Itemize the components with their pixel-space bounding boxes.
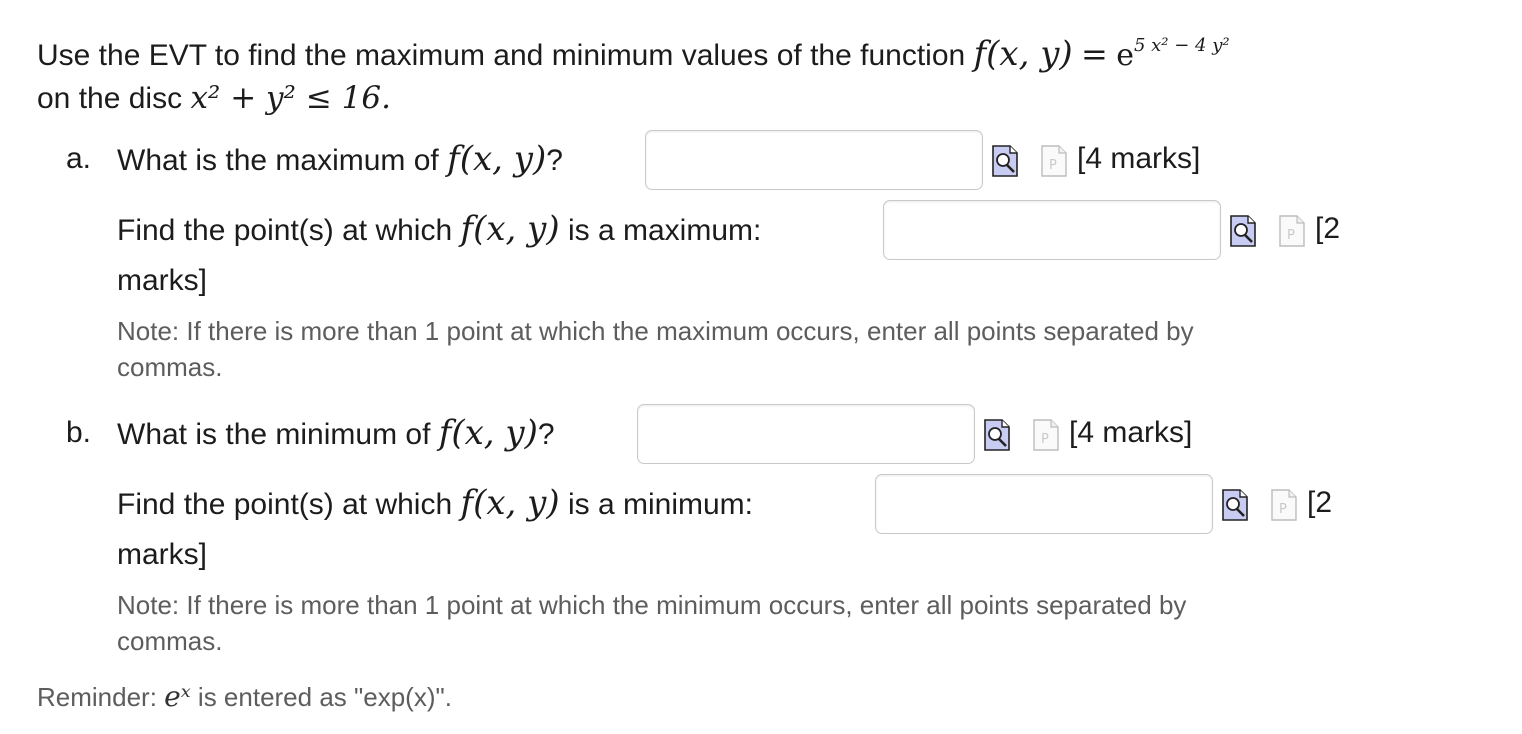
disc-prefix: on the disc — [37, 82, 183, 115]
min-point-suffix: is a minimum: — [567, 488, 753, 521]
reminder-suffix: is entered as "exp(x)". — [197, 682, 452, 712]
svg-text:P: P — [1279, 502, 1287, 517]
part-a-label: a. — [66, 142, 92, 175]
min-point-input[interactable] — [875, 474, 1213, 534]
min-value-input[interactable] — [637, 404, 975, 464]
disc-line: on the disc x² + y² ≤ 16. — [37, 80, 391, 117]
min-question-text: What is the minimum of — [117, 418, 431, 451]
preview-magnifier-icon[interactable] — [1230, 215, 1256, 247]
parse-document-icon[interactable]: P — [1041, 145, 1067, 177]
max-question-func: f(x, y) — [447, 139, 547, 179]
part-a-max-question: What is the maximum of f(x, y)? — [117, 141, 563, 179]
parse-document-icon[interactable]: P — [1279, 215, 1305, 247]
preview-magnifier-icon[interactable] — [992, 145, 1018, 177]
parse-document-icon[interactable]: P — [1271, 489, 1297, 521]
disc-expression: x² + y² ≤ 16. — [190, 80, 391, 116]
intro-text: Use the EVT to find the maximum and mini… — [37, 39, 966, 72]
max-point-suffix: is a maximum: — [567, 214, 762, 247]
part-b-label: b. — [66, 416, 92, 449]
function-lhs: f(x, y) — [973, 34, 1073, 74]
min-marks: [4 marks] — [1069, 416, 1193, 449]
max-note-line1: Note: If there is more than 1 point at w… — [117, 316, 1194, 346]
preview-magnifier-icon[interactable] — [1222, 489, 1248, 521]
min-point-marks-close: marks] — [117, 538, 207, 571]
max-point-marks-close: marks] — [117, 264, 207, 297]
min-note-line2: commas. — [117, 626, 223, 656]
min-point-marks-open: [2 — [1307, 486, 1333, 519]
max-point-input[interactable] — [883, 200, 1221, 260]
svg-text:P: P — [1049, 158, 1057, 173]
min-point-func: f(x, y) — [460, 483, 560, 523]
max-question-mark: ? — [546, 144, 563, 177]
max-marks: [4 marks] — [1077, 142, 1201, 175]
max-point-func: f(x, y) — [460, 209, 560, 249]
reminder-math: eˣ — [164, 680, 191, 713]
reminder: Reminder: eˣ is entered as "exp(x)". — [37, 680, 452, 714]
exp-exponent: 5 x² − 4 y² — [1133, 35, 1230, 56]
min-note-line1: Note: If there is more than 1 point at w… — [117, 590, 1187, 620]
parse-document-icon[interactable]: P — [1033, 419, 1059, 451]
part-b-min-question: What is the minimum of f(x, y)? — [117, 415, 555, 453]
svg-text:P: P — [1041, 432, 1049, 447]
min-point-prefix: Find the point(s) at which — [117, 488, 453, 521]
max-point-prefix: Find the point(s) at which — [117, 214, 453, 247]
max-point-marks-open: [2 — [1315, 212, 1341, 245]
question-intro: Use the EVT to find the maximum and mini… — [37, 36, 1230, 74]
max-value-input[interactable] — [645, 130, 983, 190]
min-question-mark: ? — [537, 418, 555, 451]
svg-text:P: P — [1287, 228, 1295, 243]
min-question-func: f(x, y) — [438, 413, 538, 453]
equals-sign: = — [1081, 35, 1108, 73]
exp-base: e — [1116, 38, 1134, 73]
min-point-prompt: Find the point(s) at which f(x, y) is a … — [117, 485, 753, 523]
max-note-line2: commas. — [117, 352, 223, 382]
max-point-prompt: Find the point(s) at which f(x, y) is a … — [117, 211, 761, 249]
preview-magnifier-icon[interactable] — [984, 419, 1010, 451]
reminder-prefix: Reminder: — [37, 682, 157, 712]
max-question-text: What is the maximum of — [117, 144, 439, 177]
